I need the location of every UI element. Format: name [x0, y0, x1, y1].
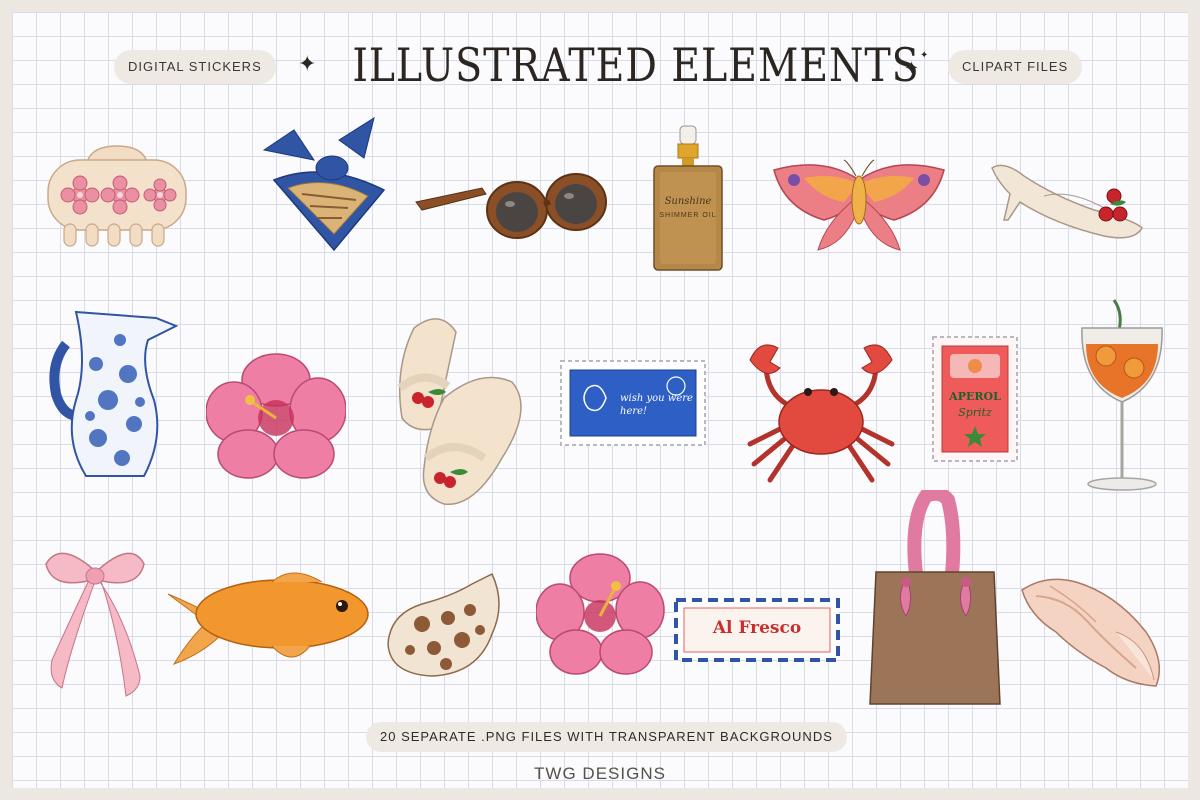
spotted-seashell-sticker	[382, 564, 512, 684]
moth-sticker	[764, 140, 954, 260]
aperol-label: APEROL	[949, 390, 1001, 403]
conch-seashell-sticker	[1016, 572, 1166, 692]
sticker-sheet: DIGITAL STICKERS ✦ ILLUSTRATED ELEMENTS …	[12, 12, 1188, 788]
blue-white-pitcher-sticker	[36, 304, 186, 484]
postcard-text: wish you were here!	[620, 393, 693, 417]
kitten-heel-mule-sticker	[984, 148, 1154, 258]
goldfish-sticker	[162, 564, 382, 674]
postcard-stamp-sticker: wish you were here!	[558, 358, 708, 448]
silk-scarf-sticker	[244, 110, 404, 260]
sparkle-icon: ✦	[298, 52, 317, 77]
oil-sub-label: SHIMMER OIL	[659, 212, 717, 219]
sparkle-icon: ✦	[904, 58, 920, 79]
brand-logo: TWG DESIGNS	[534, 764, 666, 783]
sunglasses-sticker	[412, 162, 612, 252]
files-note-badge: 20 SEPARATE .PNG FILES WITH TRANSPARENT …	[366, 722, 847, 752]
hibiscus-flower-small-sticker	[536, 552, 666, 682]
tote-bag-sticker	[860, 490, 1010, 710]
pink-bow-sticker	[40, 540, 150, 700]
oil-label: Sunshine	[664, 196, 712, 207]
clipart-files-badge: CLIPART FILES	[948, 50, 1083, 84]
cherry-sandals-sticker	[384, 308, 544, 518]
sparkle-icon: ✦	[920, 50, 929, 61]
hibiscus-flower-sticker	[206, 352, 346, 482]
shimmer-oil-bottle-sticker: Sunshine SHIMMER OIL	[648, 124, 728, 274]
al-fresco-banner-sticker: Al Fresco	[674, 598, 840, 662]
digital-stickers-badge: DIGITAL STICKERS	[114, 50, 276, 84]
aperol-spritz-glass-sticker	[1072, 294, 1172, 504]
hair-claw-clip-sticker	[42, 140, 192, 260]
al-fresco-text: Al Fresco	[712, 618, 802, 638]
spritz-label: Spritz	[958, 406, 992, 419]
page-title: ILLUSTRATED ELEMENTS	[352, 38, 920, 92]
red-crab-sticker	[736, 334, 906, 484]
aperol-spritz-stamp-sticker: APEROL Spritz	[930, 334, 1020, 464]
